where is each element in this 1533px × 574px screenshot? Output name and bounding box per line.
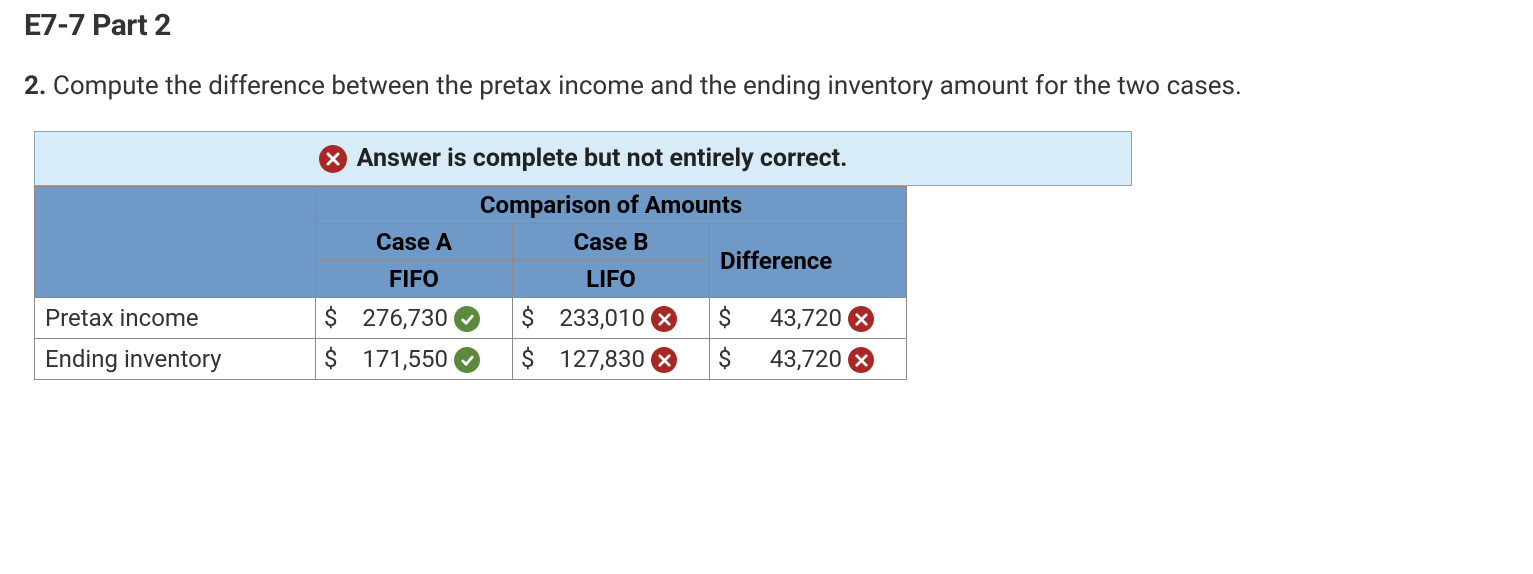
x-icon (848, 347, 874, 373)
col-header-lifo: LIFO (513, 261, 710, 298)
x-icon (651, 347, 677, 373)
group-header: Comparison of Amounts (316, 187, 907, 224)
row-label: Ending inventory (35, 339, 316, 380)
currency-symbol: $ (521, 304, 539, 332)
currency-symbol: $ (718, 304, 736, 332)
answer-cell[interactable]: $171,550 (316, 339, 513, 380)
col-header-difference: Difference (710, 224, 907, 298)
currency-symbol: $ (324, 304, 342, 332)
answer-cell[interactable]: $43,720 (710, 298, 907, 339)
answer-value: 127,830 (539, 345, 651, 373)
page-title: E7-7 Part 2 (24, 8, 1509, 43)
table-row: Ending inventory $171,550 $127,830 $43,7… (35, 339, 907, 380)
comparison-table: Comparison of Amounts Case A Case B Diff… (34, 186, 907, 380)
check-icon (454, 347, 480, 373)
currency-symbol: $ (521, 345, 539, 373)
question-number: 2. (24, 71, 46, 101)
x-icon (319, 145, 347, 173)
feedback-message: Answer is complete but not entirely corr… (357, 144, 848, 173)
table-row: Pretax income $276,730 $233,010 $43,720 (35, 298, 907, 339)
check-icon (454, 306, 480, 332)
question-text: Compute the difference between the preta… (53, 71, 1242, 101)
x-icon (848, 306, 874, 332)
x-icon (651, 306, 677, 332)
answer-cell[interactable]: $43,720 (710, 339, 907, 380)
answer-cell[interactable]: $233,010 (513, 298, 710, 339)
row-label: Pretax income (35, 298, 316, 339)
answer-cell[interactable]: $276,730 (316, 298, 513, 339)
answer-value: 276,730 (342, 304, 454, 332)
feedback-banner: Answer is complete but not entirely corr… (34, 131, 1132, 186)
currency-symbol: $ (718, 345, 736, 373)
table-stub (35, 187, 316, 298)
answer-value: 171,550 (342, 345, 454, 373)
currency-symbol: $ (324, 345, 342, 373)
answer-value: 43,720 (736, 304, 848, 332)
question-prompt: 2. Compute the difference between the pr… (24, 71, 1509, 101)
col-header-case-a: Case A (316, 224, 513, 261)
col-header-fifo: FIFO (316, 261, 513, 298)
answer-value: 43,720 (736, 345, 848, 373)
col-header-case-b: Case B (513, 224, 710, 261)
answer-cell[interactable]: $127,830 (513, 339, 710, 380)
answer-value: 233,010 (539, 304, 651, 332)
